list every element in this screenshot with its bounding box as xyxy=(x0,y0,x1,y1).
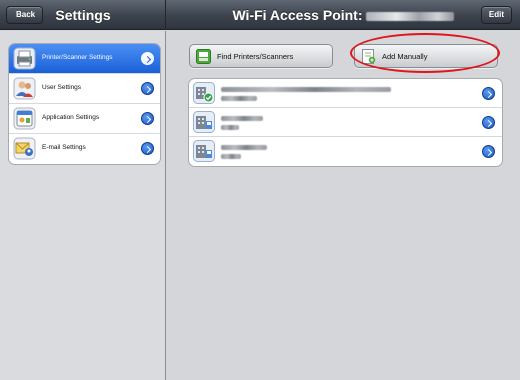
disclosure-icon[interactable] xyxy=(482,116,495,129)
sidebar-item-application-settings[interactable]: Application Settings xyxy=(9,104,160,134)
disclosure-icon xyxy=(141,82,154,95)
device-row[interactable] xyxy=(189,137,502,166)
printer-scanner-icon xyxy=(13,47,36,70)
redacted-device-name xyxy=(221,145,267,150)
sidebar: Printer/Scanner Settings User Settings A… xyxy=(0,31,166,380)
email-icon xyxy=(13,137,36,160)
disclosure-icon xyxy=(141,52,154,65)
sidebar-item-user-settings[interactable]: User Settings xyxy=(9,74,160,104)
navigation-bar: Back Settings Wi-Fi Access Point: Edit xyxy=(0,0,520,30)
disclosure-icon[interactable] xyxy=(482,145,495,158)
users-icon xyxy=(13,77,36,100)
device-row[interactable] xyxy=(189,79,502,108)
printer-connected-icon xyxy=(193,82,215,104)
edit-button[interactable]: Edit xyxy=(480,6,512,24)
search-printer-icon xyxy=(196,49,211,64)
disclosure-icon xyxy=(141,112,154,125)
sidebar-item-label: Printer/Scanner Settings xyxy=(42,54,113,61)
sidebar-item-label: User Settings xyxy=(42,84,82,91)
wifi-title-label: Wi-Fi Access Point: xyxy=(232,7,363,23)
disclosure-icon xyxy=(141,142,154,155)
settings-menu: Printer/Scanner Settings User Settings A… xyxy=(8,43,161,165)
nav-left-section: Back Settings xyxy=(0,0,166,30)
find-printers-scanners-button[interactable]: Find Printers/Scanners xyxy=(189,44,333,68)
redacted-device-detail xyxy=(221,96,257,101)
device-row[interactable] xyxy=(189,108,502,137)
redacted-device-name xyxy=(221,116,263,121)
highlight-annotation xyxy=(350,33,500,73)
application-icon xyxy=(13,107,36,130)
find-button-label: Find Printers/Scanners xyxy=(217,52,294,61)
settings-title: Settings xyxy=(55,7,111,23)
sidebar-item-email-settings[interactable]: E-mail Settings xyxy=(9,134,160,164)
redacted-network-name xyxy=(365,11,454,21)
sidebar-item-printer-scanner-settings[interactable]: Printer/Scanner Settings xyxy=(9,44,160,74)
main-panel: Find Printers/Scanners Add Manually xyxy=(167,31,520,380)
redacted-device-name xyxy=(221,87,391,92)
sidebar-item-label: Application Settings xyxy=(42,114,100,121)
page-title: Wi-Fi Access Point: xyxy=(166,7,520,23)
printer-icon xyxy=(193,111,215,133)
redacted-device-detail xyxy=(221,154,241,159)
printer-icon xyxy=(193,140,215,162)
device-list xyxy=(188,78,503,167)
disclosure-icon[interactable] xyxy=(482,87,495,100)
redacted-device-detail xyxy=(221,125,239,130)
sidebar-item-label: E-mail Settings xyxy=(42,144,86,151)
